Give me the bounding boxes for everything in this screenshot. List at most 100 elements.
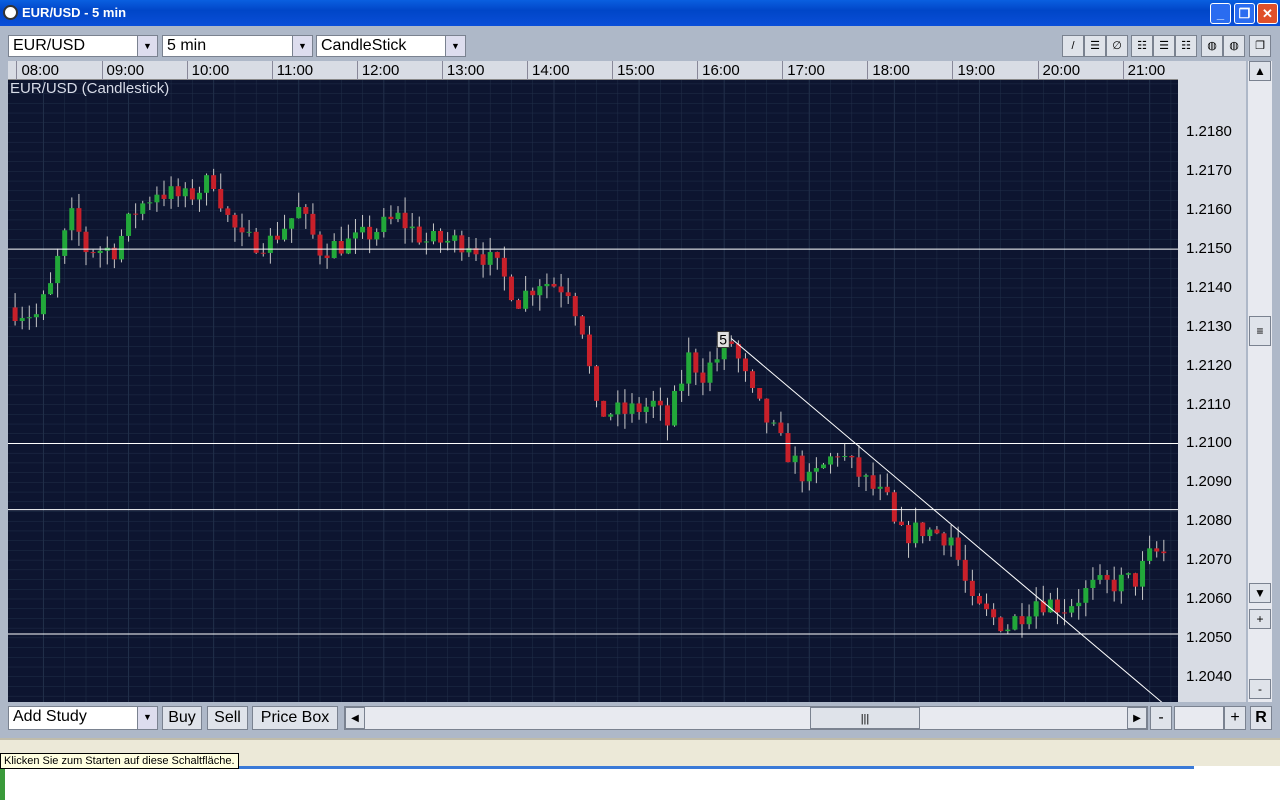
time-tick-label: 09:00 <box>106 62 145 79</box>
chart-canvas: 5 <box>8 80 1178 702</box>
reset-button[interactable]: R <box>1250 706 1272 730</box>
candle-down <box>1040 601 1046 613</box>
candle-down <box>239 227 245 233</box>
line-tool-button[interactable]: / <box>1062 35 1084 57</box>
chart-type-value: CandleStick <box>321 37 407 54</box>
time-tick-label: 21:00 <box>1127 62 1166 79</box>
buy-button[interactable]: Buy <box>162 706 202 730</box>
price-tick-label: 1.2100 <box>1186 434 1232 452</box>
candle-up <box>1005 629 1011 632</box>
scroll-thumb[interactable]: ≡ <box>1249 316 1271 346</box>
vertical-scrollbar[interactable]: ▲ ≡ ▼ + - <box>1248 61 1272 702</box>
candle-up <box>196 192 202 200</box>
time-tick-label: 10:00 <box>191 62 230 79</box>
candle-up <box>1125 573 1131 575</box>
candle-down <box>367 226 373 240</box>
candle-down <box>253 231 259 253</box>
candle-up <box>1090 579 1096 589</box>
candle-down <box>1132 573 1138 587</box>
grid3-tool-button[interactable]: ☷ <box>1175 35 1197 57</box>
sell-button[interactable]: Sell <box>207 706 248 730</box>
candle-up <box>877 486 883 489</box>
candle-down <box>636 403 642 413</box>
candle-up <box>650 400 656 407</box>
scroll-up-button[interactable]: ▲ <box>1249 61 1271 81</box>
candle-down <box>12 307 18 322</box>
candle-up <box>289 218 295 229</box>
candle-down <box>402 212 408 229</box>
horizontal-scrollbar[interactable]: ◀ ||| ▶ <box>344 706 1148 730</box>
chevron-down-icon[interactable]: ▼ <box>445 36 465 56</box>
candle-up <box>26 317 32 319</box>
candle-up <box>430 230 436 242</box>
add-study-select[interactable]: Add Study ▼ <box>8 706 158 730</box>
candle-up <box>927 529 933 537</box>
price-tick-label: 1.2080 <box>1186 512 1232 530</box>
candle-down <box>416 226 422 243</box>
detach-tool-button[interactable]: ❐ <box>1249 35 1271 57</box>
restore-button[interactable]: ❐ <box>1234 3 1255 24</box>
time-tick-label: 15:00 <box>617 62 655 79</box>
candle-down <box>551 283 557 287</box>
chart-type-select[interactable]: CandleStick ▼ <box>316 35 466 57</box>
price-tick-label: 1.2120 <box>1186 356 1232 374</box>
hlines-tool-button[interactable]: ☰ <box>1084 35 1106 57</box>
time-axis: 08:00 09:00 10:00 11:00 12:00 13:00 14:00 15:00… <box>8 61 1178 80</box>
candle-up <box>55 255 61 284</box>
zoom-slider[interactable] <box>1174 706 1224 730</box>
candle-up <box>1012 616 1018 630</box>
candle-down <box>494 252 500 258</box>
candle-up <box>863 475 869 477</box>
chevron-down-icon[interactable]: ▼ <box>292 36 312 56</box>
minimize-button[interactable]: _ <box>1210 3 1231 24</box>
zoom-in-vertical-button[interactable]: + <box>1249 609 1271 629</box>
scroll-right-button[interactable]: ▶ <box>1127 707 1147 729</box>
price-axis: 1.2180 1.2170 1.2160 1.2150 1.2140 1.2130 1.21… <box>1178 61 1246 702</box>
zoom-out-button[interactable]: - <box>1150 706 1172 730</box>
candle-down <box>657 400 663 406</box>
zoom-in-button[interactable]: + <box>1224 706 1246 730</box>
candle-down <box>90 252 96 254</box>
candle-up <box>537 286 543 296</box>
time-tick-label: 13:00 <box>446 62 485 79</box>
candle-up <box>792 455 798 463</box>
scroll-down-button[interactable]: ▼ <box>1249 583 1271 603</box>
time-tick-label: 12:00 <box>361 62 400 79</box>
start-button[interactable] <box>0 768 5 800</box>
candle-down <box>501 257 507 277</box>
scroll-left-button[interactable]: ◀ <box>345 707 365 729</box>
candle-up <box>686 352 692 384</box>
grid1-tool-button[interactable]: ☷ <box>1131 35 1153 57</box>
chevron-down-icon[interactable]: ▼ <box>137 707 157 729</box>
candle-down <box>757 388 763 399</box>
candle-down <box>260 252 266 254</box>
candle-down <box>976 595 982 604</box>
candle-down <box>572 296 578 317</box>
close-button[interactable]: ✕ <box>1257 3 1278 24</box>
circle-tool-button[interactable]: ∅ <box>1106 35 1128 57</box>
candle-down <box>1111 579 1117 592</box>
symbol-select[interactable]: EUR/USD ▼ <box>8 35 158 57</box>
price-tick-label: 1.2040 <box>1186 667 1232 685</box>
color2-tool-button[interactable]: ◍ <box>1223 35 1245 57</box>
candle-down <box>516 300 522 309</box>
candle-down <box>622 402 628 414</box>
candle-down <box>693 352 699 373</box>
chevron-down-icon[interactable]: ▼ <box>137 36 157 56</box>
candle-up <box>381 216 387 233</box>
price-tick-label: 1.2180 <box>1186 123 1232 141</box>
candle-down <box>225 208 231 215</box>
price-tick-label: 1.2090 <box>1186 473 1232 491</box>
chart-area[interactable]: 5 EUR/USD (Candlestick) <box>8 80 1178 702</box>
color1-tool-button[interactable]: ◍ <box>1201 35 1223 57</box>
candle-down <box>785 433 791 463</box>
candle-up <box>423 241 429 243</box>
price-box-button[interactable]: Price Box <box>252 706 338 730</box>
zoom-out-vertical-button[interactable]: - <box>1249 679 1271 699</box>
candle-up <box>40 294 46 315</box>
interval-select[interactable]: 5 min ▼ <box>162 35 313 57</box>
candle-down <box>558 286 564 293</box>
candle-up <box>828 456 834 465</box>
grid2-tool-button[interactable]: ☰ <box>1153 35 1175 57</box>
hscroll-thumb[interactable]: ||| <box>810 707 920 729</box>
